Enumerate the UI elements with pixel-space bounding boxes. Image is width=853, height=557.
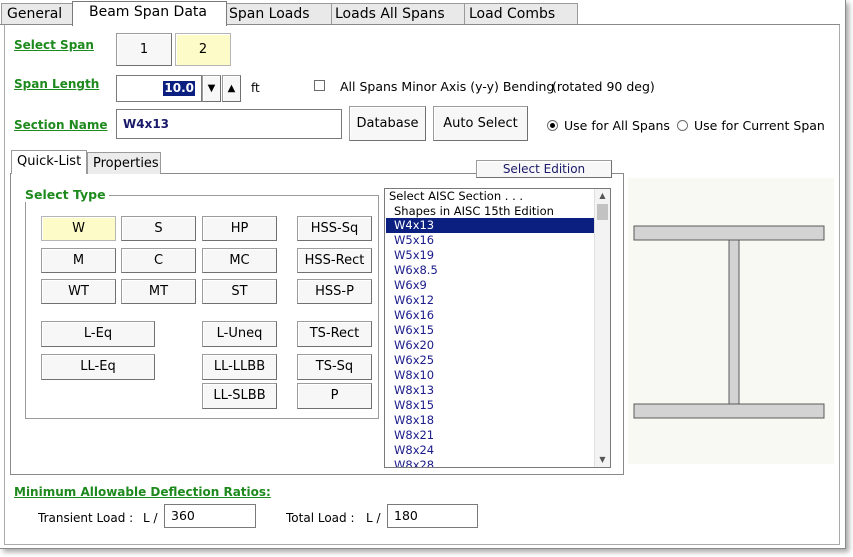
span-length-value: 10.0 [163,81,195,96]
list-item[interactable]: W6x9 [394,278,427,293]
type-hss-sq-button[interactable]: HSS-Sq [297,216,372,241]
span-2-button[interactable]: 2 [175,33,231,66]
type-ll-slbb-button[interactable]: LL-SLBB [202,383,277,409]
select-type-label: Select Type [22,187,109,202]
window: General Beam Span Data Span Loads Loads … [0,0,846,549]
deflection-ratios-label: Minimum Allowable Deflection Ratios: [14,485,271,499]
w-shape-icon [633,225,825,419]
span-length-decrement[interactable]: ▼ [202,75,221,102]
list-item[interactable]: W8x21 [394,428,434,443]
scroll-up-arrow[interactable]: ▲ [595,189,610,203]
list-item[interactable]: W8x28 [394,458,434,467]
tab-span-loads[interactable]: Span Loads [226,3,332,25]
list-header-edition: Shapes in AISC 15th Edition [394,204,554,218]
auto-select-button[interactable]: Auto Select [433,106,528,141]
section-name-label: Section Name [14,118,108,132]
minor-axis-label: All Spans Minor Axis (y-y) Bending [340,79,555,94]
transient-load-input[interactable]: 360 [164,504,256,528]
section-name-input[interactable]: W4x13 [116,109,342,139]
select-span-label: Select Span [14,38,94,52]
transient-load-label: Transient Load : [38,511,134,525]
tab-properties[interactable]: Properties [87,152,161,174]
type-s-button[interactable]: S [121,216,196,241]
list-item[interactable]: W8x13 [394,383,434,398]
list-item[interactable]: W6x16 [394,308,434,323]
list-item[interactable]: W6x25 [394,353,434,368]
span-length-unit: ft [251,81,260,95]
type-m-button[interactable]: M [41,248,116,273]
list-item[interactable]: W5x19 [394,248,434,263]
tab-quick-list[interactable]: Quick-List [11,150,87,174]
span-length-label: Span Length [14,77,100,91]
transient-load-prefix: L / [143,511,158,525]
use-all-spans-label: Use for All Spans [564,118,670,133]
span-length-increment[interactable]: ▲ [222,75,241,102]
list-item[interactable]: W6x8.5 [394,263,438,278]
tab-loads-all-spans[interactable]: Loads All Spans [331,3,465,25]
type-l-uneq-button[interactable]: L-Uneq [202,321,277,347]
type-mc-button[interactable]: MC [202,248,277,273]
type-hss-rect-button[interactable]: HSS-Rect [297,248,372,273]
type-st-button[interactable]: ST [202,279,277,304]
type-ll-llbb-button[interactable]: LL-LLBB [202,354,277,380]
tab-general[interactable]: General [1,3,73,25]
type-ll-eq-button[interactable]: LL-Eq [41,354,155,380]
type-wt-button[interactable]: WT [41,279,116,304]
type-mt-button[interactable]: MT [121,279,196,304]
list-item[interactable]: W8x18 [394,413,434,428]
minor-axis-checkbox[interactable] [314,80,325,91]
minor-axis-note: (rotated 90 deg) [552,79,655,94]
type-c-button[interactable]: C [121,248,196,273]
use-current-span-radio[interactable] [677,120,688,131]
list-item[interactable]: W6x15 [394,323,434,338]
list-item[interactable]: W6x20 [394,338,434,353]
type-ts-rect-button[interactable]: TS-Rect [297,321,372,347]
use-all-spans-radio[interactable] [547,120,558,131]
database-button[interactable]: Database [349,106,426,141]
span-1-button[interactable]: 1 [116,33,172,66]
total-load-prefix: L / [366,511,381,525]
shape-preview-area [628,178,834,464]
total-load-label: Total Load : [286,511,355,525]
type-hp-button[interactable]: HP [202,216,277,241]
total-load-input[interactable]: 180 [387,504,478,528]
type-ts-sq-button[interactable]: TS-Sq [297,354,372,380]
list-item[interactable]: W8x15 [394,398,434,413]
list-scrollbar[interactable]: ▲ ▼ [594,189,610,467]
list-item[interactable]: W6x12 [394,293,434,308]
section-listbox[interactable]: Select AISC Section . . . Shapes in AISC… [384,188,611,468]
scroll-down-arrow[interactable]: ▼ [595,453,610,467]
span-length-field[interactable]: 10.0 [116,75,202,102]
select-edition-button[interactable]: Select Edition [476,160,612,178]
list-item[interactable]: W8x24 [394,443,434,458]
list-item[interactable]: W5x16 [394,233,434,248]
list-item[interactable]: W4x13 [394,218,434,233]
list-item[interactable]: W8x10 [394,368,434,383]
use-current-span-label: Use for Current Span [694,118,825,133]
type-w-button[interactable]: W [41,216,116,241]
list-header-select: Select AISC Section . . . [389,189,524,203]
type-l-eq-button[interactable]: L-Eq [41,321,155,347]
scroll-thumb[interactable] [597,204,608,220]
tab-load-combs[interactable]: Load Combs [464,3,578,25]
type-p-button[interactable]: P [297,383,372,409]
tab-beam-span-data[interactable]: Beam Span Data [72,1,227,26]
type-hss-p-button[interactable]: HSS-P [297,279,372,304]
